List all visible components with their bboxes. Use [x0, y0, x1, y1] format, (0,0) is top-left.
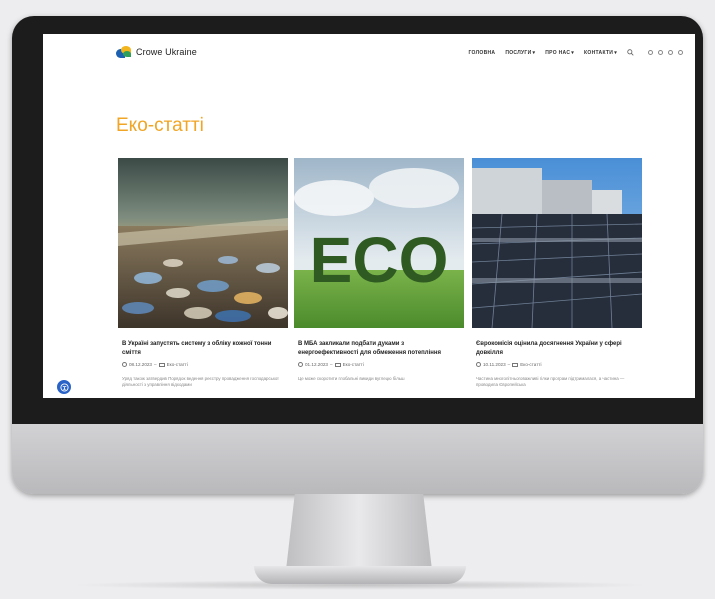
monitor-screen: Crowe Ukraine ГОЛОВНА ПОСЛУГИ▾ ПРО НАС▾ … — [43, 34, 695, 398]
facebook-icon[interactable] — [648, 50, 653, 55]
nav-item-about[interactable]: ПРО НАС▾ — [545, 50, 574, 56]
card-meta: 10.11.2023 – Еко-статті — [476, 362, 638, 367]
card-image-beach-plastic[interactable] — [118, 158, 288, 328]
monitor-chin — [12, 424, 703, 494]
monitor: Crowe Ukraine ГОЛОВНА ПОСЛУГИ▾ ПРО НАС▾ … — [12, 16, 703, 494]
card-category[interactable]: Еко-статті — [343, 362, 364, 367]
folder-icon — [334, 362, 341, 367]
monitor-stand-neck — [286, 494, 432, 570]
card-image-eco-grass[interactable]: ECO — [294, 158, 464, 328]
chevron-down-icon: ▾ — [571, 49, 575, 56]
accessibility-icon — [59, 382, 69, 392]
card-category[interactable]: Еко-статті — [167, 362, 188, 367]
card-title[interactable]: В Україні запустять систему з обліку кож… — [122, 340, 284, 358]
crowe-logo-icon — [116, 46, 132, 58]
main-nav: ГОЛОВНА ПОСЛУГИ▾ ПРО НАС▾ КОНТАКТИ▾ — [468, 49, 683, 56]
folder-icon — [158, 362, 165, 367]
youtube-icon[interactable] — [668, 50, 673, 55]
article-card[interactable]: В Україні запустять систему з обліку кож… — [118, 158, 288, 398]
card-title[interactable]: Єврокомісія оцінила досягнення України у… — [476, 340, 638, 358]
page-title: Еко-статті — [116, 114, 204, 136]
card-excerpt: Частина многолітньоговажливі гілки прогр… — [476, 376, 625, 387]
card-title[interactable]: В МБА закликали подбати дуками з енергое… — [298, 340, 460, 358]
article-card[interactable]: ECO В МБА закликали подбати дуками з ене… — [294, 158, 464, 398]
folder-icon — [512, 362, 519, 367]
article-card[interactable]: Єврокомісія оцінила досягнення України у… — [471, 158, 643, 398]
clock-icon — [122, 362, 127, 367]
eco-sign: ECO — [310, 224, 449, 296]
card-image-solar-panels[interactable] — [471, 158, 643, 329]
search-icon[interactable] — [627, 49, 634, 56]
social-icons — [648, 50, 683, 55]
card-excerpt: Уряд також затвердив Порядок ведення реє… — [122, 376, 279, 387]
instagram-icon[interactable] — [658, 50, 663, 55]
card-category[interactable]: Еко-статті — [520, 362, 541, 367]
monitor-stand-base — [254, 566, 466, 584]
accessibility-button[interactable] — [55, 378, 73, 396]
chevron-down-icon: ▾ — [614, 49, 617, 56]
clock-icon — [298, 362, 303, 367]
nav-item-services[interactable]: ПОСЛУГИ▾ — [505, 50, 535, 56]
site-logo[interactable]: Crowe Ukraine — [116, 46, 197, 58]
site-header: Crowe Ukraine ГОЛОВНА ПОСЛУГИ▾ ПРО НАС▾ … — [43, 34, 695, 74]
card-meta: 08.12.2023 – Еко-статті — [122, 362, 284, 367]
card-date: 10.11.2023 — [483, 362, 506, 367]
card-meta: 01.12.2023 – Еко-статті — [298, 362, 460, 367]
logo-text: Crowe Ukraine — [136, 47, 197, 57]
card-date: 08.12.2023 — [129, 362, 152, 367]
chevron-down-icon: ▾ — [532, 49, 536, 56]
linkedin-icon[interactable] — [678, 50, 683, 55]
nav-item-home[interactable]: ГОЛОВНА — [468, 50, 495, 56]
card-date: 01.12.2023 — [305, 362, 328, 367]
card-excerpt: Це може скоротити глобальні викиди вугле… — [298, 376, 405, 381]
clock-icon — [476, 362, 481, 367]
nav-item-contacts[interactable]: КОНТАКТИ▾ — [584, 50, 617, 56]
